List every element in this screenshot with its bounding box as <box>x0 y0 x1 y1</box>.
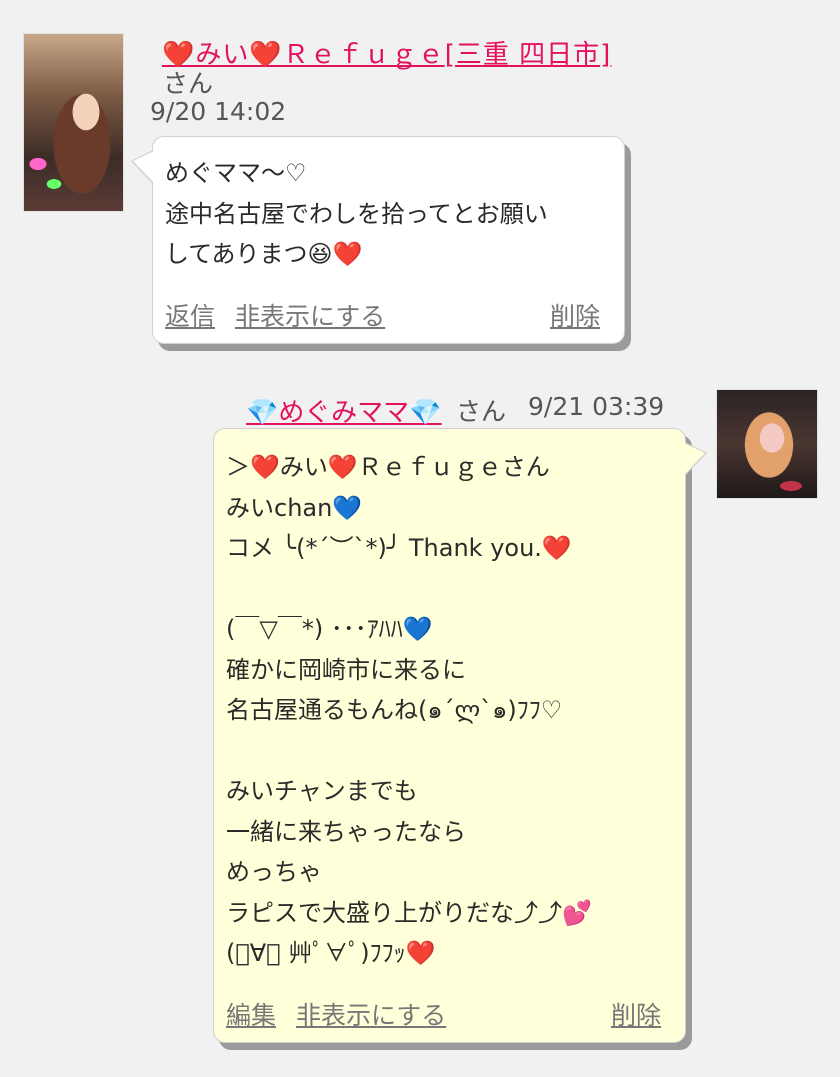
message-text: めぐママ〜♡ 途中名古屋でわしを拾ってとお願い してありまつ😆❤️ <box>165 159 548 268</box>
delete-link[interactable]: 削除 <box>550 297 600 333</box>
edit-link[interactable]: 編集 <box>226 1001 276 1030</box>
delete-link[interactable]: 削除 <box>611 996 661 1032</box>
honorific-label: さん <box>163 69 214 98</box>
message-text: ＞❤️みい❤️Ｒｅｆｕｇｅさん みいchan💙 コメ ╰(*´︶`*)╯ Tha… <box>226 453 592 967</box>
message-bubble-incoming: めぐママ〜♡ 途中名古屋でわしを拾ってとお願い してありまつ😆❤️ 返信 非表示… <box>131 136 625 344</box>
sender-name-megumi[interactable]: 💎めぐみママ💎 <box>246 392 442 429</box>
message-actions: 編集 非表示にする 削除 <box>226 996 661 1032</box>
hide-link[interactable]: 非表示にする <box>296 1001 446 1030</box>
message-bubble-own: ＞❤️みい❤️Ｒｅｆｕｇｅさん みいchan💙 コメ ╰(*´︶`*)╯ Tha… <box>213 428 707 1043</box>
honorific-label: さん <box>456 397 507 426</box>
message-actions: 返信 非表示にする 削除 <box>165 297 600 333</box>
avatar-mii[interactable] <box>23 33 124 212</box>
reply-link[interactable]: 返信 <box>165 302 215 331</box>
message-timestamp: 9/20 14:02 <box>150 97 287 126</box>
hide-link[interactable]: 非表示にする <box>235 302 385 331</box>
sender-name-mii[interactable]: ❤️みい❤️Ｒｅｆｕｇｅ[三重 四日市] <box>162 34 611 71</box>
bubble-tail <box>684 443 705 475</box>
message-timestamp: 9/21 03:39 <box>528 392 665 421</box>
bubble-tail <box>133 151 154 183</box>
avatar-megumi[interactable] <box>716 389 818 499</box>
